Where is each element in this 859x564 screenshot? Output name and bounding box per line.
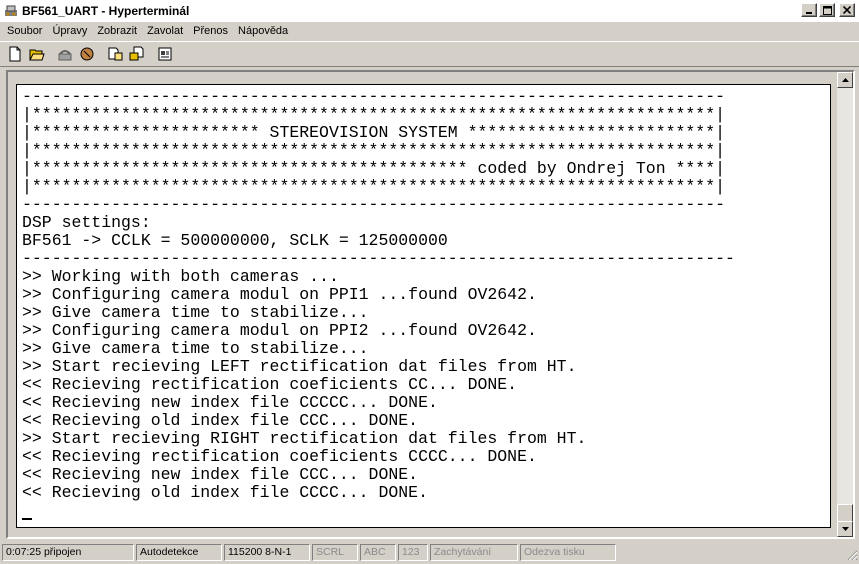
terminal-output: ----------------------------------------… [22, 88, 822, 524]
terminal-line: |***************************************… [22, 159, 726, 178]
terminal-line: >> Configuring camera modul on PPI1 ...f… [22, 285, 537, 304]
menu-zavolat[interactable]: Zavolat [142, 22, 188, 40]
disconnect-icon[interactable] [76, 43, 98, 65]
receive-icon[interactable] [126, 43, 148, 65]
status-bar: 0:07:25 připojen Autodetekce 115200 8-N-… [0, 542, 859, 562]
scroll-thumb[interactable] [837, 504, 853, 522]
terminal-line: >> Start recieving LEFT rectification da… [22, 357, 577, 376]
status-port-settings: 115200 8-N-1 [224, 543, 310, 561]
terminal-line: << Recieving rectification coeficients C… [22, 375, 518, 394]
scroll-up-button[interactable] [837, 72, 853, 88]
terminal-line: BF561 -> CCLK = 500000000, SCLK = 125000… [22, 231, 448, 250]
call-icon[interactable] [54, 43, 76, 65]
terminal-line: << Recieving rectification coeficients C… [22, 447, 537, 466]
status-abc: ABC [360, 543, 396, 561]
hyperterminal-window: BF561_UART - Hyperterminál Soubor Úpravy… [0, 0, 859, 564]
terminal-line: << Recieving new index file CCC... DONE. [22, 465, 419, 484]
menu-zobrazit[interactable]: Zobrazit [92, 22, 142, 40]
terminal-line: ----------------------------------------… [22, 195, 726, 214]
terminal-line: ----------------------------------------… [22, 88, 726, 106]
terminal-line: |*********************** STEREOVISION SY… [22, 123, 726, 142]
terminal-line: >> Start recieving RIGHT rectification d… [22, 429, 587, 448]
minimize-button[interactable] [801, 3, 817, 17]
terminal-line: >> Configuring camera modul on PPI2 ...f… [22, 321, 537, 340]
properties-icon[interactable] [154, 43, 176, 65]
open-icon[interactable] [26, 43, 48, 65]
terminal-line: >> Give camera time to stabilize... [22, 339, 369, 358]
menu-prenos[interactable]: Přenos [188, 22, 233, 40]
resize-grip-icon[interactable] [846, 549, 858, 561]
menu-napoveda[interactable]: Nápověda [233, 22, 293, 40]
send-icon[interactable] [104, 43, 126, 65]
hyperterminal-app-icon[interactable] [3, 3, 19, 19]
status-capture: Zachytávání [430, 543, 518, 561]
scroll-down-button[interactable] [837, 521, 853, 537]
terminal-line: << Recieving new index file CCCCC... DON… [22, 393, 438, 412]
terminal-line: << Recieving old index file CCC... DONE. [22, 411, 419, 430]
status-num: 123 [398, 543, 428, 561]
status-autodetect: Autodetekce [136, 543, 222, 561]
terminal-line: ----------------------------------------… [22, 249, 735, 268]
menu-upravy[interactable]: Úpravy [47, 22, 92, 40]
status-print-echo: Odezva tisku [520, 543, 616, 561]
text-cursor [22, 518, 32, 520]
terminal-line: |***************************************… [22, 141, 726, 160]
terminal-line: |***************************************… [22, 177, 726, 196]
terminal-line: >> Give camera time to stabilize... [22, 303, 369, 322]
terminal-area: ----------------------------------------… [6, 70, 855, 539]
terminal-screen[interactable]: ----------------------------------------… [16, 84, 831, 528]
menu-soubor[interactable]: Soubor [0, 22, 47, 40]
toolbar [0, 41, 859, 67]
new-icon[interactable] [4, 43, 26, 65]
maximize-button[interactable] [819, 3, 835, 17]
menu-bar: Soubor Úpravy Zobrazit Zavolat Přenos Ná… [0, 22, 859, 40]
close-button[interactable] [839, 3, 855, 17]
terminal-line: |***************************************… [22, 105, 726, 124]
terminal-line: DSP settings: [22, 213, 151, 232]
vertical-scrollbar[interactable] [837, 72, 853, 537]
terminal-line: << Recieving old index file CCCC... DONE… [22, 483, 428, 502]
window-title: BF561_UART - Hyperterminál [22, 4, 190, 18]
status-scrl: SCRL [312, 543, 358, 561]
status-connected: 0:07:25 připojen [2, 543, 134, 561]
title-bar[interactable]: BF561_UART - Hyperterminál [0, 0, 859, 22]
terminal-line: >> Working with both cameras ... [22, 267, 339, 286]
